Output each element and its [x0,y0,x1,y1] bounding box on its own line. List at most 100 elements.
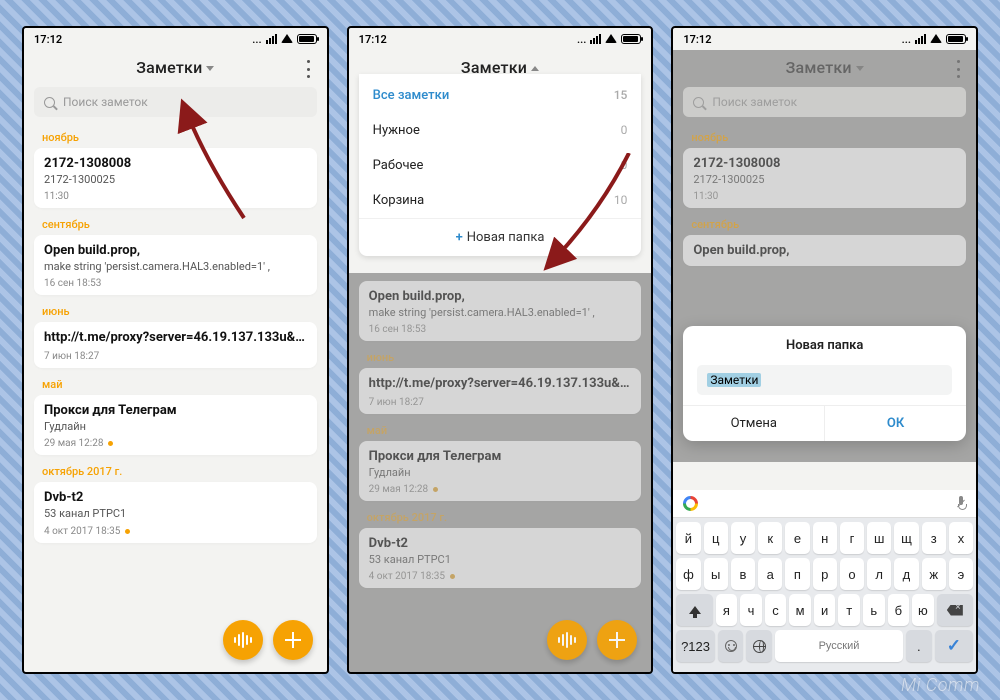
globe-key[interactable] [746,630,772,662]
key-ш[interactable]: ш [867,522,891,554]
note-card[interactable]: 2172-1308008 2172-1300025 11:30 [34,148,317,208]
period-key[interactable]: . [906,630,932,662]
key-м[interactable]: м [789,594,811,626]
note-card: Прокси для Телеграм Гудлайн 29 мая 12:28 [359,441,642,501]
key-й[interactable]: й [676,522,700,554]
status-time: 17:12 [34,33,62,46]
note-card: Open build.prop, make string 'persist.ca… [359,281,642,341]
key-з[interactable]: з [922,522,946,554]
new-folder-button[interactable]: +Новая папка [359,218,642,256]
key-е[interactable]: е [785,522,809,554]
key-ж[interactable]: ж [922,558,946,590]
cellular-icon [915,34,926,44]
section-label: октябрь 2017 г. [34,463,317,480]
folder-item[interactable]: Рабочее0 [359,148,642,183]
note-card: http://t.me/proxy?server=46.19.137.133u&… [359,368,642,414]
status-bar: 17:12 ... [673,28,976,50]
key-х[interactable]: х [949,522,973,554]
new-note-fab[interactable] [597,620,637,660]
note-card: Dvb-t2 53 канал РТРС1 4 окт 2017 18:35 [359,528,642,588]
key-п[interactable]: п [785,558,809,590]
key-ы[interactable]: ы [704,558,728,590]
new-note-fab[interactable] [273,620,313,660]
key-ь[interactable]: ь [863,594,885,626]
key-г[interactable]: г [840,522,864,554]
key-н[interactable]: н [813,522,837,554]
folder-item-all[interactable]: Все заметки15 [359,78,642,113]
watermark: Mi Comm [901,675,980,696]
keyboard: йцукенгшщзх фывапролджэ ячсмитьбю ?123 Р… [673,490,976,672]
key-я[interactable]: я [716,594,738,626]
chevron-up-icon [531,66,539,71]
voice-note-fab[interactable] [223,620,263,660]
section-label: июнь [34,303,317,320]
key-и[interactable]: и [814,594,836,626]
folder-name-input[interactable]: Заметки [697,365,952,395]
kebab-menu-button[interactable] [301,60,317,78]
emoji-key[interactable] [718,630,744,662]
signal-icon: ... [252,33,261,46]
note-card[interactable]: Open build.prop, make string 'persist.ca… [34,235,317,295]
chevron-down-icon [206,66,214,71]
cellular-icon [266,34,277,44]
note-card[interactable]: http://t.me/proxy?server=46.19.137.133u&… [34,322,317,368]
wifi-icon [281,34,293,43]
key-с[interactable]: с [765,594,787,626]
phone-screen-1: 17:12 ... Заметки Поиск заметок ноябрь 2… [22,26,329,674]
signal-icon: ... [902,33,911,46]
folder-item[interactable]: Нужное0 [359,113,642,148]
key-р[interactable]: р [813,558,837,590]
key-ю[interactable]: ю [912,594,934,626]
cellular-icon [590,34,601,44]
folder-item-trash[interactable]: Корзина10 [359,183,642,218]
folders-dropdown: Все заметки15 Нужное0 Рабочее0 Корзина10… [359,74,642,256]
space-key[interactable]: Русский [775,630,903,662]
section-label: ноябрь [683,129,966,146]
key-у[interactable]: у [731,522,755,554]
battery-icon [297,34,317,44]
signal-icon: ... [577,33,586,46]
note-card: 2172-1308008 2172-1300025 11:30 [683,148,966,208]
wifi-icon [605,34,617,43]
cancel-button[interactable]: Отмена [683,406,825,441]
key-д[interactable]: д [894,558,918,590]
section-label: сентябрь [683,216,966,233]
battery-icon [621,34,641,44]
keyboard-suggestion-bar [673,490,976,518]
app-header: Заметки [24,50,327,81]
section-label: июнь [359,349,642,366]
shift-key[interactable] [676,594,712,626]
note-card: Open build.prop, [683,235,966,266]
backspace-key[interactable] [937,594,973,626]
search-input[interactable]: Поиск заметок [34,87,317,117]
numeric-key[interactable]: ?123 [676,630,714,662]
microphone-icon[interactable] [956,496,966,512]
key-в[interactable]: в [731,558,755,590]
plus-icon: + [456,230,463,245]
key-э[interactable]: э [949,558,973,590]
wifi-icon [930,34,942,43]
status-time: 17:12 [359,33,387,46]
plus-icon [285,632,301,648]
key-б[interactable]: б [888,594,910,626]
key-щ[interactable]: щ [894,522,918,554]
status-time: 17:12 [683,33,711,46]
key-ч[interactable]: ч [740,594,762,626]
note-card[interactable]: Прокси для Телеграм Гудлайн 29 мая 12:28 [34,395,317,455]
key-а[interactable]: а [758,558,782,590]
section-label: ноябрь [34,129,317,146]
key-ф[interactable]: ф [676,558,700,590]
key-ц[interactable]: ц [704,522,728,554]
voice-note-fab[interactable] [547,620,587,660]
key-л[interactable]: л [867,558,891,590]
search-icon [44,97,55,108]
enter-key[interactable]: ✓ [935,630,973,662]
google-icon[interactable] [683,496,698,511]
key-о[interactable]: о [840,558,864,590]
key-т[interactable]: т [838,594,860,626]
status-bar: 17:12 ... [24,28,327,50]
app-title[interactable]: Заметки [136,58,214,77]
ok-button[interactable]: ОК [825,406,966,441]
note-card[interactable]: Dvb-t2 53 канал РТРС1 4 окт 2017 18:35 [34,482,317,542]
key-к[interactable]: к [758,522,782,554]
